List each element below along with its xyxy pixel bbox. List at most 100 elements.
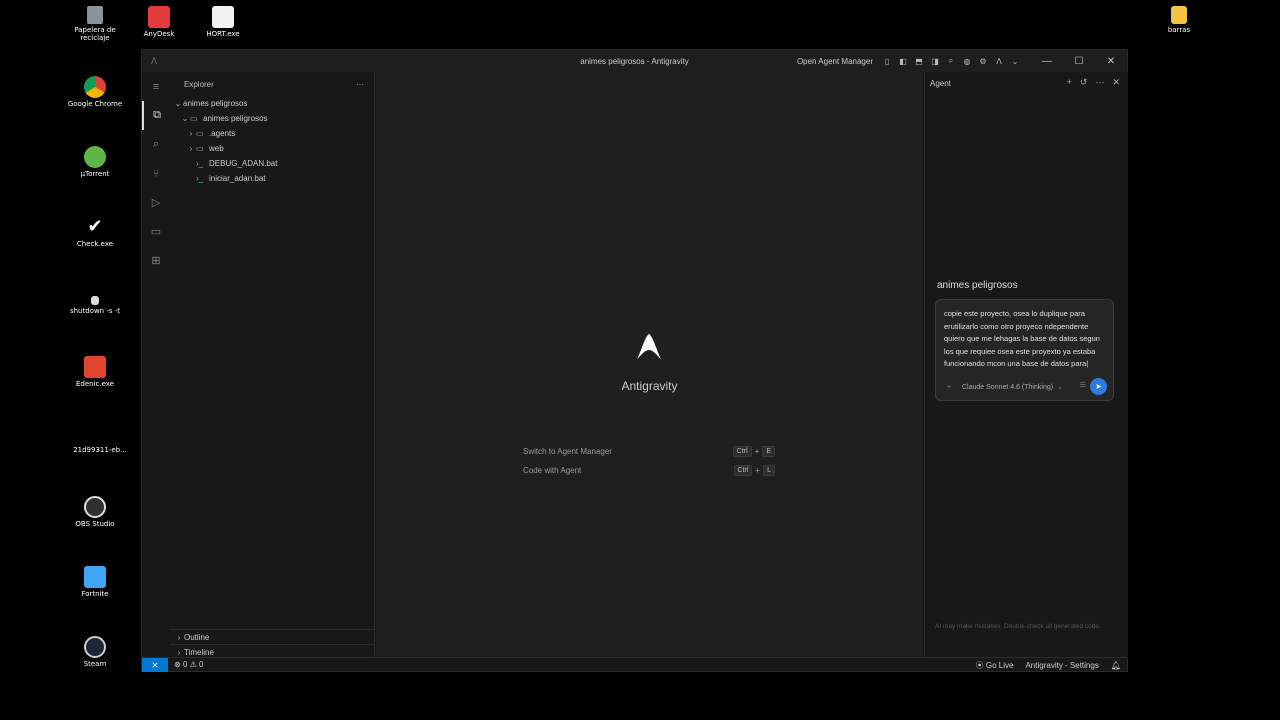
fortnite-icon-graphic	[84, 566, 106, 588]
add-context-icon[interactable]: +	[942, 384, 956, 391]
remote-explorer-icon[interactable]: ▭	[142, 217, 170, 246]
code-with-agent-shortcut[interactable]: Code with Agent Ctrl + L	[523, 463, 775, 477]
brand-name: Antigravity	[621, 379, 678, 393]
desktop-icon-label: 21d99311-eb...	[73, 446, 127, 454]
warning-count: 0	[199, 660, 204, 669]
chrome-icon[interactable]: Google Chrome	[60, 76, 130, 108]
extensions-icon[interactable]: ⊞	[142, 246, 170, 275]
switch-to-agent-manager-shortcut[interactable]: Switch to Agent Manager Ctrl + E	[523, 444, 775, 458]
edenic-exe-icon-graphic	[84, 356, 106, 378]
agent-prompt-input[interactable]: copie este proyecto, osea lo duplique pa…	[944, 308, 1106, 371]
folder-icon: ▭	[196, 129, 204, 138]
warning-icon: ⚠	[189, 660, 197, 669]
desktop-icon-label: µTorrent	[80, 170, 110, 178]
minimize-button[interactable]: —	[1031, 56, 1063, 67]
maximize-button[interactable]: ☐	[1063, 56, 1095, 67]
anydesk-icon-graphic	[148, 6, 170, 28]
run-debug-icon[interactable]: ▷	[142, 188, 170, 217]
tree-item-agents[interactable]: › ▭ .agents	[170, 126, 374, 141]
edenic-exe-icon[interactable]: Edenic.exe	[60, 356, 130, 388]
search-view-icon[interactable]: ⌕	[142, 130, 170, 159]
obs-studio-icon[interactable]: OBS Studio	[60, 496, 130, 528]
check-exe-icon[interactable]: ✔ Check.exe	[60, 216, 130, 248]
tree-item-label: iniciar_adan.bat	[209, 174, 266, 183]
explorer-header: Explorer	[184, 79, 214, 89]
toggle-panel-icon[interactable]: ⬒	[911, 57, 927, 66]
remote-indicator-icon[interactable]: ⨯	[142, 657, 168, 672]
tree-item-label: DEBUG_ADAN.bat	[209, 159, 278, 168]
steam-icon-graphic	[84, 636, 106, 658]
history-icon[interactable]: ↺	[1080, 77, 1088, 88]
utorrent-icon-graphic	[84, 146, 106, 168]
recycle-bin-icon[interactable]: Papelera de reciclaje	[60, 6, 130, 42]
shortcut-label: Switch to Agent Manager	[523, 446, 612, 456]
toggle-sidebar-icon[interactable]: ◧	[895, 57, 911, 66]
desktop-icon-label: OBS Studio	[75, 520, 115, 528]
antigravity-logo-icon	[637, 334, 661, 359]
close-icon[interactable]: ✕	[1112, 77, 1120, 88]
hort-exe-icon-graphic	[212, 6, 234, 28]
agent-prompt-box[interactable]: copie este proyecto, osea lo duplique pa…	[935, 299, 1114, 401]
gear-icon[interactable]: ⚙	[975, 57, 991, 66]
utorrent-icon[interactable]: µTorrent	[60, 146, 130, 178]
antigravity-settings-button[interactable]: Antigravity - Settings	[1025, 661, 1098, 670]
title-bar: Λ animes peligrosos - Antigravity Open A…	[142, 50, 1127, 72]
chrome-icon-graphic	[84, 76, 106, 98]
steam-icon[interactable]: Steam	[60, 636, 130, 668]
hort-exe-icon[interactable]: HORT.exe	[188, 6, 258, 38]
chevron-down-icon: ⌄	[181, 114, 189, 123]
source-control-icon[interactable]: ⑂	[142, 159, 170, 188]
model-selector[interactable]: Claude Sonnet 4.6 (Thinking)	[962, 384, 1053, 391]
more-actions-icon[interactable]: ···	[356, 80, 364, 89]
go-live-button[interactable]: ⦿ Go Live	[976, 660, 1014, 671]
shutdown-icon[interactable]: shutdown -s -t	[60, 296, 130, 315]
tree-item-label: web	[209, 144, 224, 153]
outline-section[interactable]: › Outline	[170, 629, 374, 644]
anydesk-icon[interactable]: AnyDesk	[124, 6, 194, 38]
new-chat-icon[interactable]: +	[1067, 77, 1072, 88]
obs-studio-icon-graphic	[84, 496, 106, 518]
desktop-icon-label: Papelera de reciclaje	[74, 26, 116, 42]
broadcast-icon: ⦿	[975, 660, 984, 670]
close-window-button[interactable]: ✕	[1095, 56, 1127, 67]
tree-item-label: .agents	[209, 129, 236, 138]
activity-bar: ≡ ⧉ ⌕ ⑂ ▷ ▭ ⊞	[142, 72, 170, 659]
tree-folder-label: animes peligrosos	[203, 114, 268, 123]
tree-item-iniciar-adan[interactable]: ›_ iniciar_adan.bat	[170, 171, 374, 186]
chevron-down-icon: ⌄	[1057, 384, 1063, 391]
folder-barras-icon[interactable]: barras	[1144, 6, 1214, 34]
explorer-icon[interactable]: ⧉	[142, 101, 170, 130]
account-icon[interactable]: Λ	[991, 57, 1007, 66]
problems-indicator[interactable]: ⊗ 0 ⚠ 0	[174, 660, 203, 669]
recycle-bin-icon-graphic	[87, 6, 103, 24]
tree-folder[interactable]: ⌄ ▭ animes peligrosos	[170, 111, 374, 126]
menu-icon[interactable]: ≡	[142, 72, 170, 101]
search-icon[interactable]: ⌕	[943, 56, 959, 66]
app-logo-icon: Λ	[150, 56, 157, 66]
tree-item-debug-adan[interactable]: ›_ DEBUG_ADAN.bat	[170, 156, 374, 171]
layout-icon[interactable]: ▯	[879, 57, 895, 66]
notifications-bell-icon[interactable]: 🔔︎	[1111, 661, 1121, 670]
shortcut-label: Code with Agent	[523, 465, 582, 475]
tree-item-web[interactable]: › ▭ web	[170, 141, 374, 156]
chevron-down-icon: ⌄	[174, 99, 182, 108]
fortnite-icon[interactable]: Fortnite	[60, 566, 130, 598]
agent-panel-title: Agent	[930, 78, 951, 88]
toggle-secondary-sidebar-icon[interactable]: ◨	[927, 57, 943, 66]
send-button[interactable]: ➤	[1090, 378, 1107, 395]
shortcut-plus: +	[755, 465, 761, 475]
error-count: 0	[182, 660, 188, 669]
more-actions-icon[interactable]: ···	[1095, 77, 1104, 88]
mode-selector-icon[interactable]: ☰	[1080, 381, 1086, 389]
workspace-root[interactable]: ⌄ animes peligrosos	[170, 96, 374, 111]
open-agent-manager-button[interactable]: Open Agent Manager	[797, 57, 873, 66]
desktop-icon-label: Edenic.exe	[75, 380, 115, 388]
file-icon[interactable]: 21d99311-eb...	[60, 446, 140, 454]
desktop-icon-label: shutdown -s -t	[69, 307, 121, 315]
chevron-down-icon[interactable]: ⌄	[1007, 57, 1023, 66]
terminal-file-icon: ›_	[196, 174, 204, 183]
agent-panel: Agent + ↺ ··· ✕ animes peligrosos copie …	[924, 72, 1128, 659]
desktop-icon-label: Check.exe	[76, 240, 114, 248]
globe-icon[interactable]: ◍	[959, 57, 975, 66]
desktop-icon-label: HORT.exe	[206, 30, 240, 38]
